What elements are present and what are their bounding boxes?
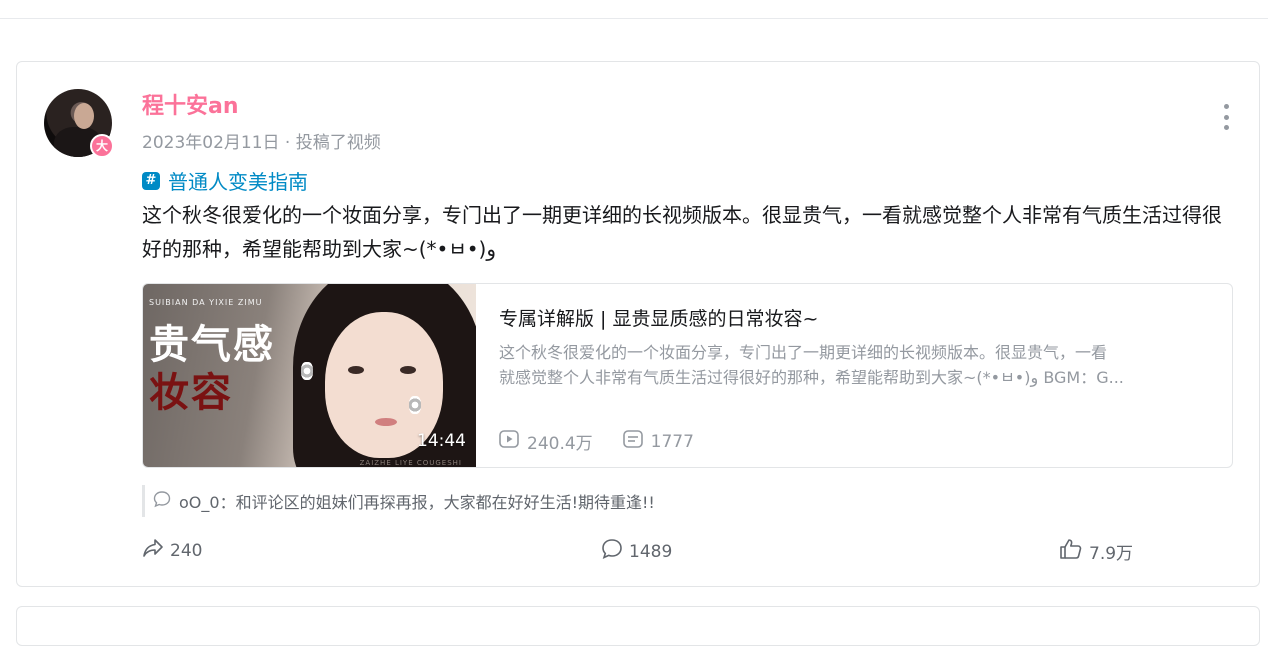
avatar-figure-face <box>74 103 94 129</box>
comment-preview-text: oO_0：和评论区的姐妹们再探再报，大家都在好好生活!期待重逢!! <box>179 493 655 512</box>
share-icon <box>142 538 164 563</box>
danmaku-count: 1777 <box>622 430 694 453</box>
play-count-icon <box>499 430 519 453</box>
author-name[interactable]: 程十安an <box>142 88 239 120</box>
post-actions-bar: 240 1489 7.9万 <box>17 538 1261 568</box>
top-divider <box>0 18 1268 19</box>
like-button[interactable]: 7.9万 <box>1059 538 1133 565</box>
video-card[interactable]: SUIBIAN DA YIXIE ZIMU 贵气感 妆容 ZAIZHE LIYE… <box>142 283 1233 468</box>
video-thumbnail[interactable]: SUIBIAN DA YIXIE ZIMU 贵气感 妆容 ZAIZHE LIYE… <box>143 284 476 467</box>
like-count: 7.9万 <box>1089 544 1134 564</box>
post-text: 这个秋冬很爱化的一个妆面分享，专门出了一期更详细的长视频版本。很显贵气，一看就感… <box>142 203 1222 261</box>
danmaku-icon <box>622 430 643 453</box>
comment-icon <box>601 538 623 565</box>
comment-button[interactable]: 1489 <box>601 538 672 565</box>
dynamic-post-card: 大 程十安an 2023年02月11日 · 投稿了视频 # 普通人变美指南 这个… <box>16 61 1260 587</box>
view-count-value: 240.4万 <box>527 434 593 454</box>
next-post-card <box>16 606 1260 646</box>
topic-hash-icon: # <box>142 171 160 190</box>
thumbs-up-icon <box>1059 538 1083 565</box>
video-description-line1: 这个秋冬很爱化的一个妆面分享，专门出了一期更详细的长视频版本。很显贵气，一看 <box>499 343 1108 362</box>
video-duration: 14:44 <box>417 431 466 451</box>
post-meta: 2023年02月11日 · 投稿了视频 <box>142 133 381 153</box>
top-comment-preview[interactable]: oO_0：和评论区的姐妹们再探再报，大家都在好好生活!期待重逢!! <box>142 485 655 517</box>
thumbnail-subtitle: SUIBIAN DA YIXIE ZIMU <box>149 298 263 307</box>
more-options-icon[interactable] <box>1223 104 1229 130</box>
share-button[interactable]: 240 <box>142 538 202 563</box>
comment-bubble-icon <box>153 490 171 512</box>
video-description: 这个秋冬很爱化的一个妆面分享，专门出了一期更详细的长视频版本。很显贵气，一看 就… <box>499 340 1209 390</box>
share-count: 240 <box>170 540 203 561</box>
vip-badge-icon: 大 <box>90 134 114 158</box>
video-title[interactable]: 专属详解版 | 显贵显质感的日常妆容~ <box>499 304 818 331</box>
danmaku-count-value: 1777 <box>650 431 694 452</box>
video-description-line2: 就感觉整个人非常有气质生活过得很好的那种，希望能帮助到大家~(*•ㅂ•)و BG… <box>499 368 1124 387</box>
view-count: 240.4万 <box>499 429 593 454</box>
thumbnail-footer-text: ZAIZHE LIYE COUGESHI <box>359 459 462 467</box>
video-stats: 240.4万 1777 <box>499 429 694 454</box>
topic-tag[interactable]: # 普通人变美指南 <box>142 166 308 195</box>
thumbnail-title-line2: 妆容 <box>149 370 233 416</box>
comment-count: 1489 <box>629 541 673 562</box>
topic-label: 普通人变美指南 <box>168 170 308 194</box>
